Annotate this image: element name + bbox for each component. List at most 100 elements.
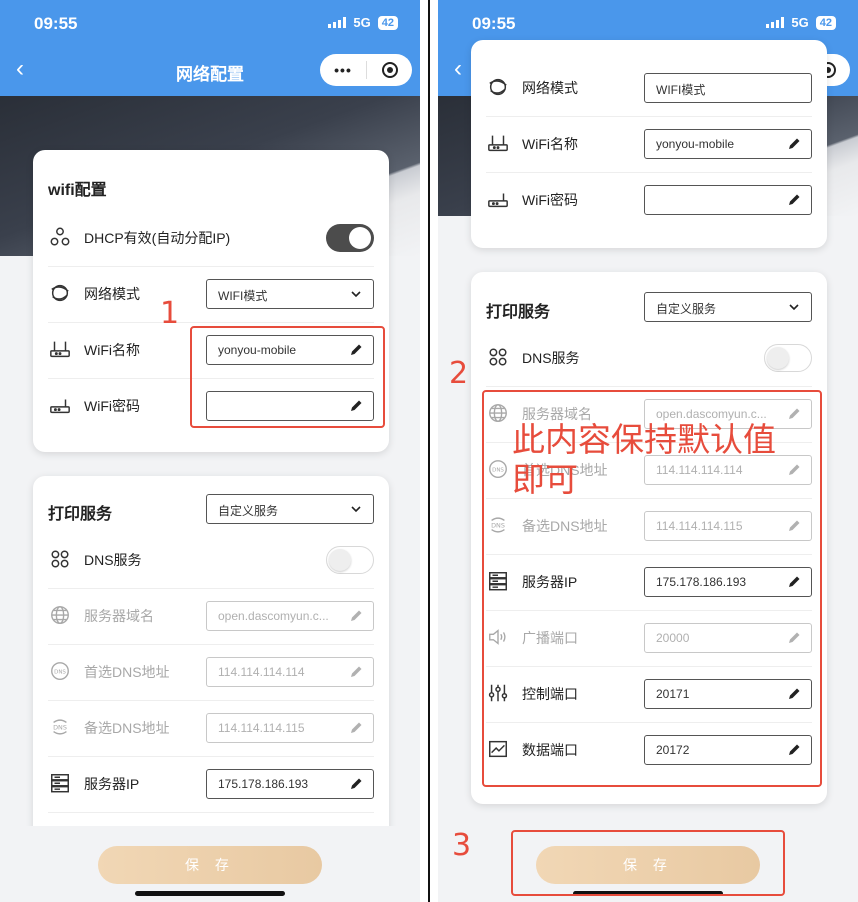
primary-dns-row: DNS 首选DNS地址 114.114.114.114 — [48, 644, 374, 701]
dns-service-icon — [486, 345, 510, 369]
dns-service-row: DNS服务 — [48, 532, 374, 589]
dns-alt-icon: DNS — [48, 715, 72, 739]
secondary-dns-value: 114.114.114.115 — [218, 721, 305, 735]
pencil-icon — [351, 722, 362, 733]
print-card-title: 打印服务 — [486, 304, 551, 321]
network-mode-row: 网络模式 WIFI模式 — [48, 266, 374, 323]
print-card-title: 打印服务 — [48, 506, 113, 523]
annotation-number-3: 3 — [452, 828, 472, 863]
status-bar: 09:55 5G 42 — [0, 0, 420, 46]
print-service-select[interactable]: 自定义服务 — [206, 494, 374, 524]
annotation-number-2: 2 — [449, 356, 469, 391]
secondary-dns-row: DNS 备选DNS地址 114.114.114.115 — [48, 700, 374, 757]
right-screenshot: 09:55 5G 42 ‹ 网络配置 ••• 网络模式 WIFI模式 — [438, 0, 858, 902]
server-domain-label: 服务器域名 — [84, 608, 154, 624]
annotation-note: 此内容保持默认值即可 — [512, 420, 776, 499]
network-mode-select[interactable]: WIFI模式 — [644, 73, 812, 103]
pencil-icon — [789, 138, 800, 149]
chevron-down-icon — [351, 506, 361, 513]
router-icon — [48, 337, 72, 361]
signal-icon — [328, 17, 347, 28]
battery-icon: 42 — [377, 15, 398, 30]
battery-icon: 42 — [815, 15, 836, 30]
server-domain-row: 服务器域名 open.dascomyun.c... — [48, 588, 374, 645]
wifi-password-input[interactable] — [644, 185, 812, 215]
wifi-name-label: WiFi名称 — [84, 342, 140, 358]
secondary-dns-label: 备选DNS地址 — [84, 720, 170, 736]
nav-bar: ‹ 网络配置 ••• — [0, 46, 420, 96]
dns-service-label: DNS服务 — [84, 552, 142, 568]
dns-service-toggle[interactable] — [326, 546, 374, 574]
dhcp-icon — [48, 225, 72, 249]
wifi-password-row: WiFi密码 — [486, 172, 812, 228]
close-miniprogram-icon[interactable] — [367, 62, 412, 78]
signal-icon — [766, 17, 785, 28]
dns-service-label: DNS服务 — [522, 350, 580, 366]
wifi-name-value: yonyou-mobile — [656, 137, 735, 151]
dns-service-row: DNS服务 — [486, 330, 812, 387]
print-service-value: 自定义服务 — [656, 302, 717, 316]
server-ip-label: 服务器IP — [84, 776, 140, 792]
annotation-box-save — [511, 830, 785, 896]
network-mode-label: 网络模式 — [522, 80, 578, 96]
screenshot-divider — [421, 0, 438, 902]
pencil-icon — [351, 778, 362, 789]
primary-dns-input[interactable]: 114.114.114.114 — [206, 657, 374, 687]
router-small-icon — [48, 393, 72, 417]
wifi-name-input[interactable]: yonyou-mobile — [644, 129, 812, 159]
annotation-number-1: 1 — [160, 296, 180, 331]
network-type: 5G — [791, 15, 809, 30]
server-ip-value: 175.178.186.193 — [218, 777, 309, 791]
status-indicators: 5G 42 — [766, 15, 836, 30]
wifi-name-label: WiFi名称 — [522, 136, 578, 152]
more-icon[interactable]: ••• — [320, 62, 366, 78]
left-screenshot: 09:55 5G 42 ‹ 网络配置 ••• wifi配置 DHCP有效(自动分… — [0, 0, 420, 902]
pencil-icon — [351, 666, 362, 677]
dhcp-label: DHCP有效(自动分配IP) — [84, 230, 231, 246]
primary-dns-value: 114.114.114.114 — [218, 665, 305, 679]
print-service-select[interactable]: 自定义服务 — [644, 292, 812, 322]
dns-service-icon — [48, 547, 72, 571]
status-time: 09:55 — [472, 14, 516, 33]
chevron-down-icon — [789, 304, 799, 311]
status-time: 09:55 — [34, 14, 78, 33]
print-service-value: 自定义服务 — [218, 504, 279, 518]
svg-text:DNS: DNS — [54, 669, 66, 675]
wifi-password-label: WiFi密码 — [522, 192, 578, 208]
dns-service-toggle[interactable] — [764, 344, 812, 372]
annotation-box-wifi — [190, 326, 385, 428]
router-small-icon — [486, 187, 510, 211]
network-type: 5G — [353, 15, 371, 30]
network-mode-icon — [486, 75, 510, 99]
server-ip-row: 服务器IP 175.178.186.193 — [48, 756, 374, 813]
dns-icon: DNS — [48, 659, 72, 683]
secondary-dns-input[interactable]: 114.114.114.115 — [206, 713, 374, 743]
server-domain-value: open.dascomyun.c... — [218, 609, 329, 623]
svg-text:DNS: DNS — [53, 723, 67, 731]
pencil-icon — [351, 610, 362, 621]
network-mode-label: 网络模式 — [84, 286, 140, 302]
router-icon — [486, 131, 510, 155]
network-mode-select[interactable]: WIFI模式 — [206, 279, 374, 309]
wifi-password-label: WiFi密码 — [84, 398, 140, 414]
globe-icon — [48, 603, 72, 627]
mini-program-capsule: ••• — [320, 54, 412, 86]
network-mode-row: 网络模式 WIFI模式 — [486, 60, 812, 117]
home-indicator — [135, 891, 285, 896]
network-mode-icon — [48, 281, 72, 305]
dhcp-toggle[interactable] — [326, 224, 374, 252]
chevron-down-icon — [351, 291, 361, 298]
wifi-card-title: wifi配置 — [48, 182, 107, 199]
server-icon — [48, 771, 72, 795]
wifi-config-card: 网络模式 WIFI模式 WiFi名称 yonyou-mobile WiFi密码 — [471, 40, 827, 248]
server-ip-input[interactable]: 175.178.186.193 — [206, 769, 374, 799]
save-button[interactable]: 保 存 — [98, 846, 322, 884]
pencil-icon — [789, 194, 800, 205]
network-mode-value: WIFI模式 — [656, 83, 706, 97]
server-domain-input[interactable]: open.dascomyun.c... — [206, 601, 374, 631]
dhcp-row: DHCP有效(自动分配IP) — [48, 210, 374, 267]
status-indicators: 5G 42 — [328, 15, 398, 30]
wifi-name-row: WiFi名称 yonyou-mobile — [486, 116, 812, 173]
primary-dns-label: 首选DNS地址 — [84, 664, 170, 680]
footer-bar: 保 存 — [0, 826, 420, 902]
